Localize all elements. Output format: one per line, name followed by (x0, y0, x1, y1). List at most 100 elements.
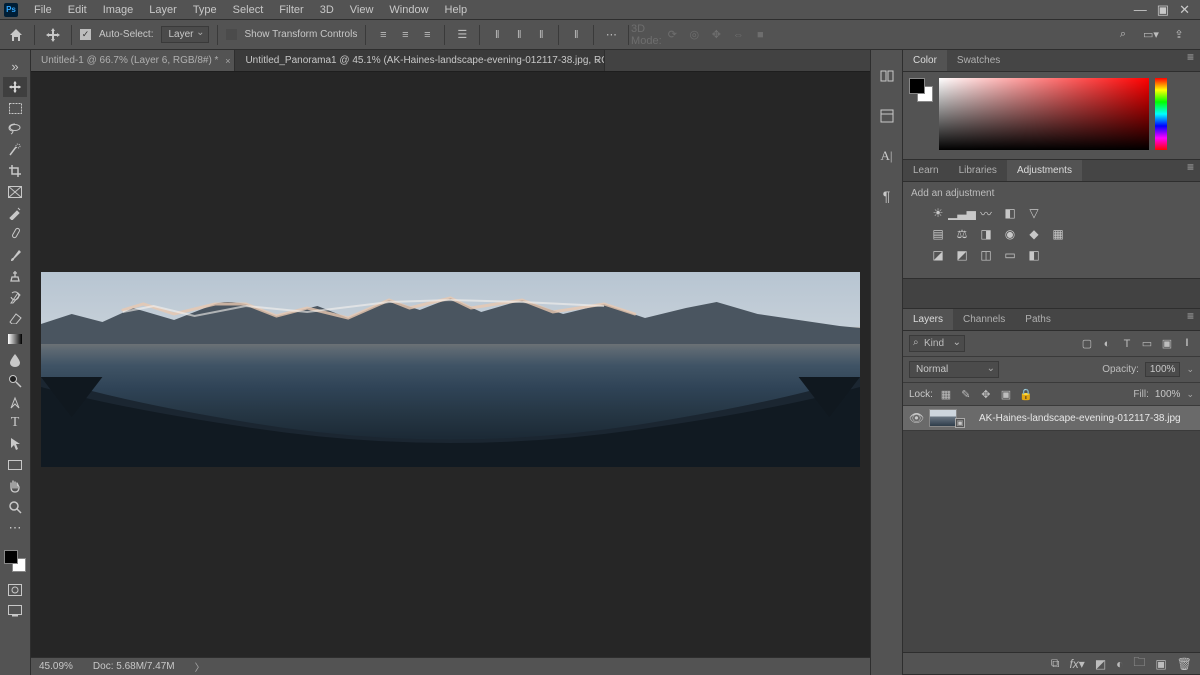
hue-slider[interactable] (1155, 78, 1167, 150)
link-layers-icon[interactable]: ⧉ (1051, 656, 1060, 671)
color-panel-swatches[interactable] (909, 78, 933, 102)
more-options-icon[interactable]: ⋯ (602, 26, 620, 44)
channel-mixer-icon[interactable]: ◆ (1025, 226, 1043, 242)
align-top-icon[interactable]: ‖ (488, 26, 506, 44)
share-icon[interactable]: ⇪ (1170, 26, 1188, 44)
foreground-swatch[interactable] (909, 78, 925, 94)
tab-color[interactable]: Color (903, 50, 947, 71)
align-center-v-icon[interactable]: ‖ (510, 26, 528, 44)
distribute-v-icon[interactable]: ‖ (567, 26, 585, 44)
brightness-contrast-icon[interactable]: ☀ (929, 205, 947, 221)
opacity-dropdown-icon[interactable]: ⌄ (1186, 364, 1194, 375)
zoom-tool[interactable] (3, 497, 27, 517)
eraser-tool[interactable] (3, 308, 27, 328)
panel-menu-icon[interactable]: ≡ (1181, 160, 1200, 181)
gradient-map-icon[interactable]: ▭ (1001, 247, 1019, 263)
levels-icon[interactable]: ▁▃▅ (953, 205, 971, 221)
status-more-icon[interactable]: 〉 (195, 659, 205, 674)
move-tool[interactable] (3, 77, 27, 97)
filter-type-icon[interactable]: T (1120, 337, 1134, 351)
blend-mode-dropdown[interactable]: Normal (909, 361, 999, 378)
maximize-button[interactable]: ▣ (1157, 2, 1169, 18)
photo-filter-icon[interactable]: ◉ (1001, 226, 1019, 242)
layer-style-icon[interactable]: fx▾ (1069, 657, 1084, 671)
paragraph-panel-icon[interactable]: ¶ (877, 186, 897, 206)
search-icon[interactable]: ⌕ (1114, 26, 1132, 44)
tab-libraries[interactable]: Libraries (949, 160, 1007, 181)
filter-smart-icon[interactable]: ▣ (1160, 337, 1174, 351)
quick-selection-tool[interactable] (3, 140, 27, 160)
filter-pixel-icon[interactable]: ▢ (1080, 337, 1094, 351)
menu-file[interactable]: File (26, 4, 60, 16)
close-icon[interactable]: × (225, 56, 230, 66)
document-tab-2[interactable]: Untitled_Panorama1 @ 45.1% (AK-Haines-la… (235, 50, 605, 71)
opacity-value[interactable]: 100% (1145, 362, 1181, 377)
align-center-h-icon[interactable]: ≡ (396, 26, 414, 44)
lock-pixels-icon[interactable]: ✎ (959, 387, 973, 401)
tab-paths[interactable]: Paths (1015, 309, 1061, 330)
align-right-icon[interactable]: ≡ (418, 26, 436, 44)
exposure-icon[interactable]: ◧ (1001, 205, 1019, 221)
lock-position-icon[interactable]: ✥ (979, 387, 993, 401)
black-white-icon[interactable]: ◨ (977, 226, 995, 242)
pen-tool[interactable] (3, 392, 27, 412)
home-button[interactable] (6, 25, 26, 45)
menu-select[interactable]: Select (225, 4, 272, 16)
quick-mask-toggle[interactable] (3, 580, 27, 600)
threshold-icon[interactable]: ◫ (977, 247, 995, 263)
lock-transparency-icon[interactable]: ▦ (939, 387, 953, 401)
tab-layers[interactable]: Layers (903, 309, 953, 330)
filter-adjust-icon[interactable]: ◐ (1100, 337, 1114, 351)
adjustment-layer-icon[interactable]: ◐ (1116, 657, 1123, 671)
layer-mask-icon[interactable]: ◩ (1095, 657, 1106, 671)
clone-stamp-tool[interactable] (3, 266, 27, 286)
layer-name[interactable]: AK-Haines-landscape-evening-012117-38.jp… (979, 413, 1194, 424)
type-tool[interactable]: T (3, 413, 27, 433)
minimize-button[interactable]: — (1134, 2, 1147, 18)
layer-item[interactable]: 👁 ▣ AK-Haines-landscape-evening-012117-3… (903, 406, 1200, 431)
auto-select-checkbox[interactable]: ✓ (80, 29, 91, 40)
tab-channels[interactable]: Channels (953, 309, 1015, 330)
hand-tool[interactable] (3, 476, 27, 496)
selective-color-icon[interactable]: ◧ (1025, 247, 1043, 263)
curves-icon[interactable]: 〰 (977, 205, 995, 221)
canvas-viewport[interactable] (31, 72, 870, 657)
healing-brush-tool[interactable] (3, 224, 27, 244)
filter-shape-icon[interactable]: ▭ (1140, 337, 1154, 351)
eyedropper-tool[interactable] (3, 203, 27, 223)
move-tool-icon[interactable] (43, 25, 63, 45)
close-icon[interactable]: × (595, 56, 600, 66)
path-selection-tool[interactable] (3, 434, 27, 454)
menu-window[interactable]: Window (381, 4, 436, 16)
panel-menu-icon[interactable]: ≡ (1181, 50, 1200, 71)
gradient-tool[interactable] (3, 329, 27, 349)
foreground-color-swatch[interactable] (4, 550, 18, 564)
color-field[interactable] (939, 78, 1149, 150)
character-panel-icon[interactable]: A| (877, 146, 897, 166)
menu-help[interactable]: Help (437, 4, 476, 16)
menu-image[interactable]: Image (95, 4, 142, 16)
group-layers-icon[interactable]: 🗀 (1133, 653, 1145, 674)
auto-select-field[interactable]: ✓ Auto-Select: (80, 29, 153, 40)
frame-tool[interactable] (3, 182, 27, 202)
expand-toolbox-icon[interactable]: » (3, 56, 27, 76)
posterize-icon[interactable]: ◩ (953, 247, 971, 263)
menu-layer[interactable]: Layer (141, 4, 185, 16)
rectangular-marquee-tool[interactable] (3, 98, 27, 118)
layer-thumbnail[interactable] (929, 409, 957, 427)
close-button[interactable]: ✕ (1179, 2, 1190, 18)
history-panel-icon[interactable] (877, 66, 897, 86)
delete-layer-icon[interactable]: 🗑 (1177, 657, 1192, 671)
filter-toggle-icon[interactable]: ⏽ (1180, 337, 1194, 351)
hue-sat-icon[interactable]: ▤ (929, 226, 947, 242)
lock-all-icon[interactable]: 🔒 (1019, 387, 1033, 401)
align-bottom-icon[interactable]: ‖ (532, 26, 550, 44)
new-layer-icon[interactable]: ▣ (1155, 657, 1166, 671)
menu-edit[interactable]: Edit (60, 4, 95, 16)
layer-filter-dropdown[interactable]: Kind (909, 335, 965, 352)
canvas[interactable] (41, 272, 860, 467)
edit-toolbar-icon[interactable]: ⋯ (3, 518, 27, 538)
history-brush-tool[interactable] (3, 287, 27, 307)
fill-value[interactable]: 100% (1155, 389, 1181, 400)
distribute-icon[interactable]: ☰ (453, 26, 471, 44)
